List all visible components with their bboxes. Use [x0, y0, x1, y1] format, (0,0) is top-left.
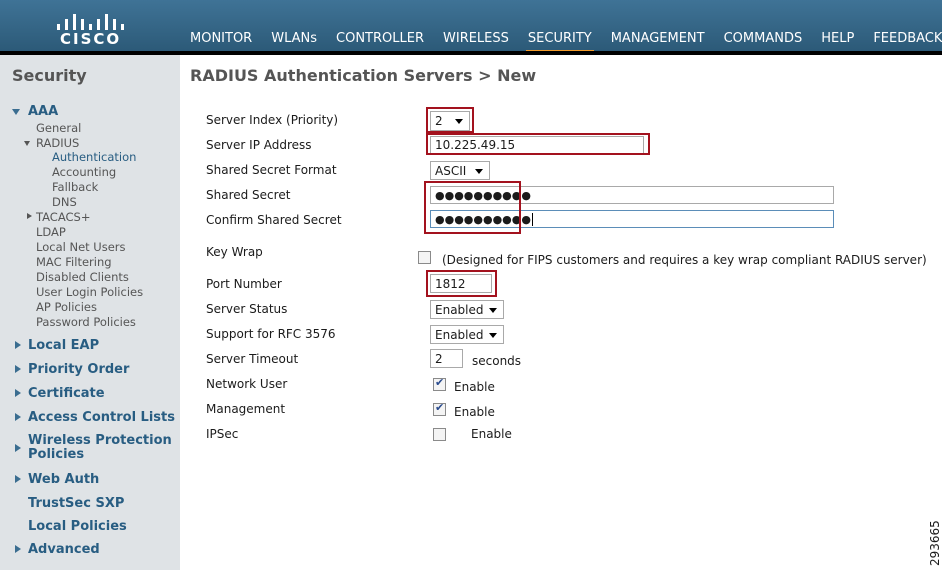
dropdown-arrow-icon — [489, 308, 497, 313]
sidebar-item-accounting[interactable]: Accounting — [52, 165, 116, 179]
sidebar-item-mac-filtering[interactable]: MAC Filtering — [36, 255, 112, 269]
sidebar-title: Security — [12, 66, 87, 85]
nav-commands[interactable]: COMMANDS — [724, 31, 803, 51]
ipsec-label: IPSec — [206, 427, 239, 441]
server-timeout-value: 2 — [435, 351, 443, 366]
dropdown-arrow-icon — [489, 333, 497, 338]
sidebar-item-ap-policies[interactable]: AP Policies — [36, 300, 97, 314]
highlight-box — [426, 270, 497, 297]
nav-help[interactable]: HELP — [821, 31, 854, 51]
nav-management[interactable]: MANAGEMENT — [611, 31, 705, 51]
expand-arrow-icon[interactable] — [27, 213, 32, 219]
expand-arrow-icon[interactable] — [15, 413, 21, 421]
key-wrap-checkbox[interactable] — [418, 251, 431, 264]
sidebar-item-wireless-protection-policies[interactable]: Wireless Protection Policies — [28, 434, 173, 462]
nav-controller[interactable]: CONTROLLER — [336, 31, 424, 51]
sidebar-item-ldap[interactable]: LDAP — [36, 225, 66, 239]
text-cursor — [531, 212, 533, 226]
expand-arrow-icon[interactable] — [15, 389, 21, 397]
server-timeout-label: Server Timeout — [206, 352, 299, 366]
management-checkbox[interactable] — [433, 401, 446, 416]
nav-monitor[interactable]: MONITOR — [190, 31, 252, 51]
management-enable-label: Enable — [454, 405, 495, 419]
sidebar-item-advanced[interactable]: Advanced — [28, 542, 100, 557]
network-user-checkbox[interactable] — [433, 376, 446, 391]
dropdown-arrow-icon — [475, 169, 483, 174]
collapse-arrow-icon[interactable] — [12, 109, 20, 115]
secret-format-select[interactable]: ASCII — [430, 161, 490, 180]
top-header: CISCO MONITOR WLANs CONTROLLER WIRELESS … — [0, 0, 942, 54]
expand-arrow-icon[interactable] — [15, 545, 21, 553]
key-wrap-note: (Designed for FIPS customers and require… — [442, 253, 927, 267]
server-ip-label: Server IP Address — [206, 138, 312, 152]
network-user-enable-label: Enable — [454, 380, 495, 394]
ipsec-enable-label: Enable — [471, 427, 512, 441]
sidebar-item-disabled-clients[interactable]: Disabled Clients — [36, 270, 129, 284]
nav-security[interactable]: SECURITY — [525, 31, 594, 54]
collapse-arrow-icon[interactable] — [24, 141, 30, 146]
sidebar-item-authentication[interactable]: Authentication — [52, 150, 136, 164]
network-user-label: Network User — [206, 377, 288, 391]
sidebar-item-radius[interactable]: RADIUS — [36, 136, 79, 150]
sidebar-item-trustsec-sxp[interactable]: TrustSec SXP — [28, 496, 124, 511]
sidebar-item-general[interactable]: General — [36, 121, 81, 135]
sidebar-item-priority-order[interactable]: Priority Order — [28, 362, 129, 377]
management-label: Management — [206, 402, 286, 416]
expand-arrow-icon[interactable] — [15, 475, 21, 483]
figure-number: 293665 — [928, 520, 942, 566]
sidebar-item-tacacs[interactable]: TACACS+ — [36, 210, 90, 224]
sidebar-item-local-eap[interactable]: Local EAP — [28, 338, 99, 353]
shared-secret-label: Shared Secret — [206, 188, 291, 202]
sidebar-item-access-control-lists[interactable]: Access Control Lists — [28, 410, 175, 425]
nav-feedback[interactable]: FEEDBACK — [873, 31, 942, 51]
expand-arrow-icon[interactable] — [15, 444, 21, 452]
server-status-select[interactable]: Enabled — [430, 300, 504, 319]
sidebar-item-certificate[interactable]: Certificate — [28, 386, 105, 401]
sidebar-item-local-policies[interactable]: Local Policies — [28, 519, 127, 534]
port-number-label: Port Number — [206, 277, 282, 291]
rfc-3576-label: Support for RFC 3576 — [206, 327, 336, 341]
cisco-logo: CISCO — [56, 8, 126, 48]
server-status-value: Enabled — [435, 302, 484, 317]
secret-format-label: Shared Secret Format — [206, 163, 337, 177]
server-status-label: Server Status — [206, 302, 288, 316]
main-nav: MONITOR WLANs CONTROLLER WIRELESS SECURI… — [190, 31, 942, 54]
nav-wlans[interactable]: WLANs — [271, 31, 317, 51]
sidebar-item-aaa[interactable]: AAA — [28, 104, 58, 119]
rfc-3576-select[interactable]: Enabled — [430, 325, 504, 344]
server-index-label: Server Index (Priority) — [206, 113, 339, 127]
nav-wireless[interactable]: WIRELESS — [443, 31, 509, 51]
ipsec-checkbox[interactable] — [433, 428, 446, 441]
expand-arrow-icon[interactable] — [15, 365, 21, 373]
sidebar-item-password-policies[interactable]: Password Policies — [36, 315, 136, 329]
server-timeout-input[interactable]: 2 — [430, 349, 463, 368]
cisco-bars-icon — [56, 8, 126, 30]
page-title: RADIUS Authentication Servers > New — [190, 66, 537, 85]
rfc-3576-value: Enabled — [435, 327, 484, 342]
sidebar-item-dns[interactable]: DNS — [52, 195, 77, 209]
expand-arrow-icon[interactable] — [15, 341, 21, 349]
brand-name: CISCO — [60, 30, 122, 48]
sidebar-item-local-net-users[interactable]: Local Net Users — [36, 240, 126, 254]
key-wrap-label: Key Wrap — [206, 245, 263, 259]
highlight-box — [426, 133, 650, 155]
sidebar-item-fallback[interactable]: Fallback — [52, 180, 98, 194]
sidebar: Security AAA General RADIUS Authenticati… — [0, 55, 180, 570]
secret-format-value: ASCII — [435, 163, 467, 178]
highlight-box — [426, 107, 474, 133]
sidebar-item-web-auth[interactable]: Web Auth — [28, 472, 99, 487]
server-timeout-unit: seconds — [472, 354, 522, 368]
confirm-secret-label: Confirm Shared Secret — [206, 213, 342, 227]
highlight-box — [424, 181, 521, 234]
sidebar-item-user-login-policies[interactable]: User Login Policies — [36, 285, 143, 299]
